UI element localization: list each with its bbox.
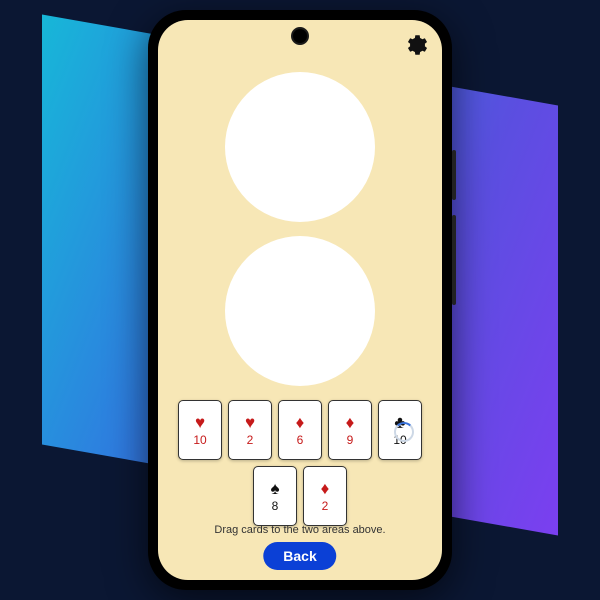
diamond-suit-icon: ♦ (296, 414, 305, 431)
settings-button[interactable] (402, 32, 428, 58)
playing-card[interactable]: ♦9 (328, 400, 372, 460)
phone-side-button (452, 215, 456, 305)
phone-camera (291, 27, 309, 45)
card-rank: 10 (193, 433, 206, 447)
phone-side-button (452, 150, 456, 200)
diamond-suit-icon: ♦ (321, 480, 330, 497)
card-rank: 9 (347, 433, 354, 447)
drop-zone-bottom[interactable] (225, 236, 375, 386)
app-stage: ♥10♥2♦6♦9♣10 ♠8♦2 Drag cards to the two … (0, 0, 600, 600)
drop-zone-top[interactable] (225, 72, 375, 222)
card-tray: ♥10♥2♦6♦9♣10 ♠8♦2 (158, 400, 442, 526)
card-row: ♠8♦2 (253, 466, 347, 526)
gear-icon (402, 32, 428, 58)
card-rank: 2 (247, 433, 254, 447)
diamond-suit-icon: ♦ (346, 414, 355, 431)
card-rank: 8 (272, 499, 279, 513)
playing-card[interactable]: ♦2 (303, 466, 347, 526)
playing-card[interactable]: ♦6 (278, 400, 322, 460)
hint-text: Drag cards to the two areas above. (158, 524, 442, 536)
playing-card[interactable]: ♥ 10 (178, 400, 222, 460)
spade-suit-icon: ♠ (270, 480, 279, 497)
card-row: ♥10♥2♦6♦9♣10 (178, 400, 422, 460)
card-rank: 2 (322, 499, 329, 513)
card-rank: 6 (297, 433, 304, 447)
back-button[interactable]: Back (263, 542, 336, 570)
playing-card[interactable]: ♥2 (228, 400, 272, 460)
heart-suit-icon: ♥ (195, 414, 205, 431)
loading-spinner-icon (394, 422, 414, 442)
phone-frame: ♥10♥2♦6♦9♣10 ♠8♦2 Drag cards to the two … (148, 10, 452, 590)
heart-suit-icon: ♥ (245, 414, 255, 431)
phone-screen: ♥10♥2♦6♦9♣10 ♠8♦2 Drag cards to the two … (158, 20, 442, 580)
playing-card[interactable]: ♠8 (253, 466, 297, 526)
